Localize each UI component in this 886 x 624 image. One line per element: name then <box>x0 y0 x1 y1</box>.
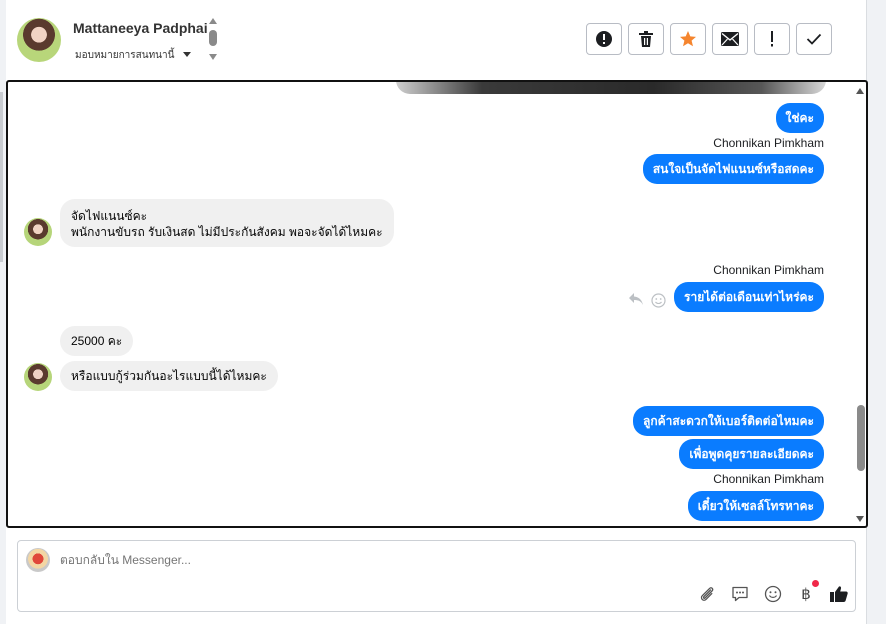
reply-input[interactable] <box>60 553 660 567</box>
composer-toolbar: ฿ <box>697 580 849 604</box>
thumbs-up-icon <box>830 586 848 602</box>
reply-icon[interactable] <box>628 292 644 306</box>
sender-name: Chonnikan Pimkham <box>713 263 824 277</box>
delete-button[interactable] <box>628 23 664 55</box>
notification-dot <box>812 580 819 587</box>
outgoing-message[interactable]: ลูกค้าสะดวกให้เบอร์ติดต่อไหมคะ <box>632 406 824 436</box>
contact-avatar[interactable] <box>17 18 61 62</box>
assign-conversation-dropdown[interactable]: มอบหมายการสนทนานี้ <box>75 48 174 63</box>
contact-name[interactable]: Mattaneeya Padphai <box>73 20 208 36</box>
payment-button[interactable]: ฿ <box>796 580 819 604</box>
left-panel-scrollbar[interactable] <box>0 92 3 262</box>
outgoing-message[interactable]: เดี๋ยวให้เซลล์โทรหาคะ <box>687 491 824 521</box>
conversation-thread[interactable]: ใช่คะ Chonnikan Pimkham สนใจเป็นจัดไฟแนน… <box>6 80 868 528</box>
follow-up-button[interactable] <box>754 23 790 55</box>
mark-done-button[interactable] <box>796 23 832 55</box>
scroll-down-arrow-icon[interactable] <box>856 516 864 522</box>
sender-name: Chonnikan Pimkham <box>713 472 824 486</box>
right-panel-edge <box>866 0 886 624</box>
mark-unread-button[interactable] <box>712 23 748 55</box>
message-line: จัดไฟแนนซ์คะ <box>71 209 148 223</box>
check-icon <box>806 33 822 45</box>
baht-icon: ฿ <box>801 585 811 603</box>
envelope-icon <box>721 32 739 46</box>
emoji-icon <box>764 585 782 603</box>
trash-icon <box>639 31 653 47</box>
message-composer: ฿ <box>17 540 856 612</box>
mark-spam-button[interactable] <box>586 23 622 55</box>
outgoing-message[interactable]: สนใจเป็นจัดไฟแนนซ์หรือสดคะ <box>642 154 824 184</box>
alert-circle-icon <box>596 31 612 47</box>
exclamation-icon <box>771 31 773 47</box>
incoming-message[interactable]: จัดไฟแนนซ์คะ พนักงานขับรถ รับเงินสด ไม่ม… <box>60 199 394 247</box>
header-stepper[interactable] <box>207 18 219 64</box>
conversation-header: Mattaneeya Padphai มอบหมายการสนทนานี้ <box>6 0 866 80</box>
sender-name: Chonnikan Pimkham <box>713 136 824 150</box>
emoji-reaction-icon[interactable] <box>651 293 666 308</box>
emoji-button[interactable] <box>763 584 783 604</box>
conversation-scrollbar[interactable] <box>857 405 865 471</box>
star-icon <box>680 31 696 47</box>
star-button[interactable] <box>670 23 706 55</box>
scroll-up-arrow-icon[interactable] <box>856 88 864 94</box>
arrow-up-icon[interactable] <box>209 18 217 24</box>
incoming-message[interactable]: 25000 คะ <box>60 326 134 356</box>
outgoing-message[interactable]: รายได้ต่อเดือนเท่าไหร่คะ <box>674 282 824 312</box>
header-actions <box>586 23 832 57</box>
contact-avatar-small[interactable] <box>24 218 52 246</box>
arrow-down-icon[interactable] <box>209 54 217 60</box>
like-button[interactable] <box>829 584 849 604</box>
outgoing-message[interactable]: เพื่อพูดคุยรายละเอียดคะ <box>679 439 824 469</box>
message-line: พนักงานขับรถ รับเงินสด ไม่มีประกันสังคม … <box>71 225 383 239</box>
contact-avatar-small[interactable] <box>24 363 52 391</box>
outgoing-message[interactable]: ใช่คะ <box>775 103 824 133</box>
stepper-thumb[interactable] <box>209 30 217 46</box>
attach-button[interactable] <box>697 584 717 604</box>
paperclip-icon <box>700 587 714 601</box>
shared-image-preview[interactable] <box>396 82 826 94</box>
incoming-message[interactable]: หรือแบบกู้ร่วมกันอะไรแบบนี้ได้ไหมคะ <box>60 361 278 391</box>
saved-reply-icon <box>732 586 748 602</box>
page-avatar <box>26 548 50 572</box>
caret-down-icon[interactable] <box>183 52 191 57</box>
saved-replies-button[interactable] <box>730 584 750 604</box>
